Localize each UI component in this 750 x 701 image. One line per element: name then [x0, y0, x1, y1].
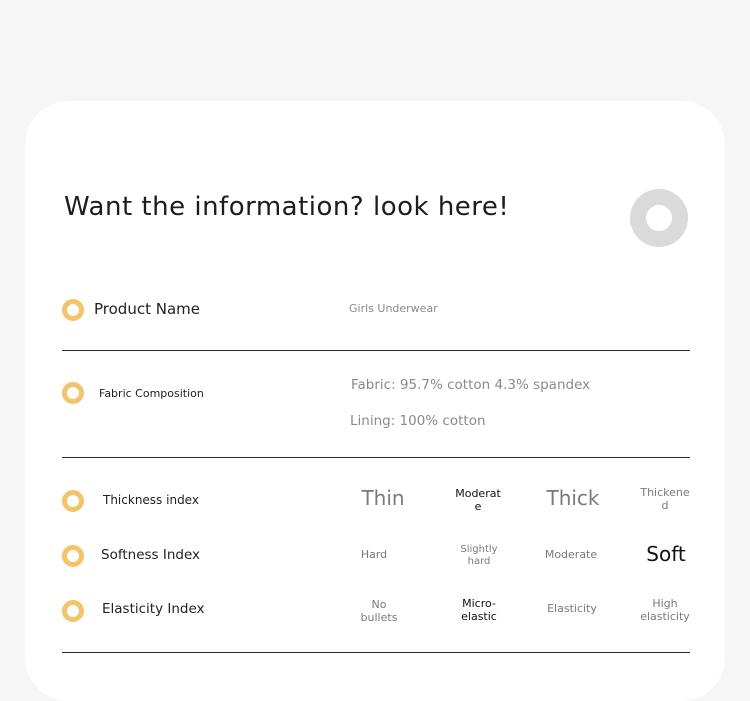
headline: Want the information? look here! [64, 192, 510, 222]
softness-option-slightly-hard: Slightly hard [460, 544, 498, 567]
lining-value: Lining: 100% cotton [350, 413, 486, 429]
headline-reflection: Want the information? look here! [64, 224, 454, 236]
bullet-icon [62, 545, 84, 567]
bullet-icon [62, 600, 84, 622]
softness-option-moderate: Moderate [544, 548, 598, 561]
fabric-value: Fabric: 95.7% cotton 4.3% spandex [351, 377, 591, 393]
product-name-value: Girls Underwear [349, 302, 438, 315]
bullet-icon [62, 299, 84, 321]
decorative-ring-icon [630, 189, 688, 247]
elasticity-option-high-elasticity: High elasticity [640, 597, 690, 623]
softness-option-soft: Soft [646, 542, 686, 566]
softness-option-hard: Hard [360, 548, 388, 561]
elasticity-option-elasticity: Elasticity [547, 602, 597, 615]
bullet-icon [62, 382, 84, 404]
elasticity-option-no-bullets: No bullets [360, 598, 398, 624]
softness-index-label: Softness Index [101, 547, 201, 563]
divider [62, 652, 690, 653]
elasticity-index-label: Elasticity Index [102, 601, 205, 617]
thickness-index-label: Thickness index [103, 493, 199, 507]
thickness-option-thin: Thin [361, 486, 405, 510]
fabric-composition-label: Fabric Composition [99, 387, 204, 400]
thickness-option-thickened: Thickene d [640, 486, 690, 512]
product-name-label: Product Name [94, 300, 200, 318]
divider [62, 350, 690, 351]
headline-reflection-text: Want the information? look here! [64, 233, 454, 236]
thickness-option-moderate: Moderat e [455, 487, 501, 513]
thickness-option-thick: Thick [546, 486, 600, 510]
elasticity-option-micro-elastic: Micro- elastic [461, 597, 497, 623]
bullet-icon [62, 490, 84, 512]
divider [62, 457, 690, 458]
